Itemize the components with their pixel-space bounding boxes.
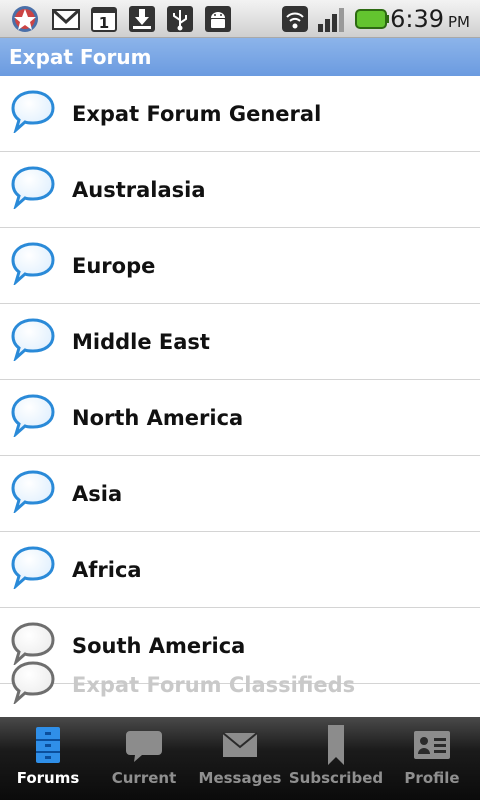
status-bar: 1 6:39 PM (0, 0, 480, 38)
android-debug-icon (205, 6, 231, 32)
forum-item-label: Asia (72, 482, 123, 506)
gmail-icon (52, 9, 80, 30)
clock-time: 6:39 (390, 5, 444, 33)
forum-item[interactable]: Expat Forum General (0, 76, 480, 152)
tab-profile[interactable]: Profile (384, 717, 480, 800)
tab-current[interactable]: Current (96, 717, 192, 800)
page-title: Expat Forum (0, 38, 480, 76)
usb-icon (167, 6, 193, 32)
profile-icon (414, 731, 450, 759)
clock: 6:39 PM (390, 4, 470, 34)
chat-bubble-icon (11, 470, 55, 513)
tab-label: Current (111, 769, 177, 787)
tab-label: Subscribed (288, 769, 384, 787)
chat-bubble-read-icon (11, 661, 55, 704)
forum-list[interactable]: Expat Forum General Australasia Europe Midd… (0, 76, 480, 717)
tab-label: Messages (198, 769, 282, 787)
svg-text:1: 1 (99, 14, 109, 32)
chat-bubble-icon (11, 166, 55, 209)
forum-item-label: Middle East (72, 330, 210, 354)
tab-subscribed[interactable]: Subscribed (288, 717, 384, 800)
tab-label: Profile (404, 769, 460, 787)
download-icon (129, 6, 155, 32)
battery-icon (355, 9, 389, 29)
forum-item-label: Australasia (72, 178, 206, 202)
app-badge-icon (12, 6, 38, 32)
forum-item[interactable]: Europe (0, 228, 480, 304)
chat-bubble-read-icon (11, 622, 55, 665)
forum-item-label: North America (72, 406, 244, 430)
forum-item-label: Expat Forum Classifieds (72, 673, 356, 697)
subscribed-icon (328, 725, 344, 765)
current-icon (126, 731, 162, 762)
chat-bubble-icon (11, 90, 55, 133)
calendar-icon: 1 (91, 7, 117, 32)
tab-messages[interactable]: Messages (192, 717, 288, 800)
chat-bubble-icon (11, 394, 55, 437)
forum-item-label: Expat Forum General (72, 102, 322, 126)
forum-item[interactable]: Africa (0, 532, 480, 608)
signal-icon (318, 8, 344, 32)
forum-item[interactable]: Middle East (0, 304, 480, 380)
forum-item[interactable]: Asia (0, 456, 480, 532)
chat-bubble-icon (11, 318, 55, 361)
chat-bubble-icon (11, 242, 55, 285)
forum-item[interactable]: North America (0, 380, 480, 456)
messages-icon (222, 732, 258, 757)
clock-ampm: PM (448, 13, 470, 31)
forum-item-label: Africa (72, 558, 142, 582)
wifi-icon (282, 6, 308, 32)
chat-bubble-icon (11, 546, 55, 589)
tab-label: Forums (16, 769, 80, 787)
bottom-tab-bar: Forums Current Messages Subscribed Profile (0, 717, 480, 800)
forum-item-label: Europe (72, 254, 156, 278)
forum-item[interactable]: Expat Forum Classifieds (0, 661, 480, 717)
forum-item[interactable]: Australasia (0, 152, 480, 228)
tab-forums[interactable]: Forums (0, 717, 96, 800)
forums-icon (36, 727, 60, 763)
